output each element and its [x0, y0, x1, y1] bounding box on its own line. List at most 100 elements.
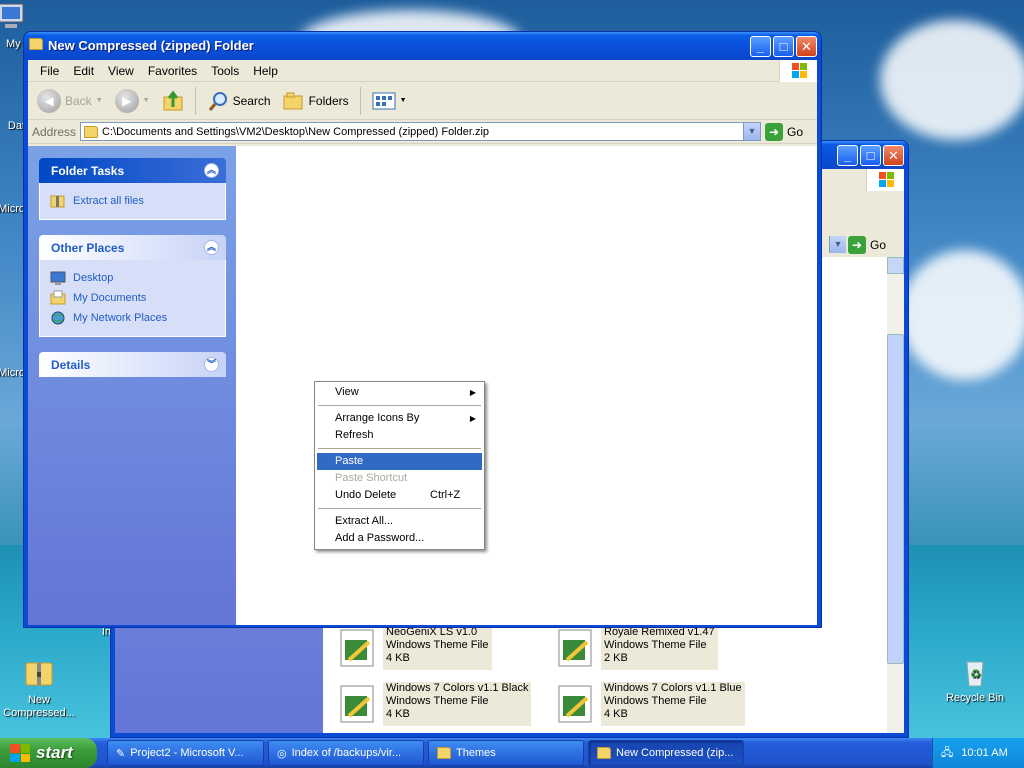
close-button[interactable]: ✕ — [796, 36, 817, 57]
menu-tools[interactable]: Tools — [204, 64, 246, 78]
desktop-icon-data[interactable]: Dat — [0, 120, 25, 133]
menu-edit[interactable]: Edit — [66, 64, 101, 78]
taskbar-button-new-compressed[interactable]: New Compressed (zip... — [588, 740, 744, 766]
desktop-icon-microsoft-2[interactable]: Micro — [0, 367, 25, 380]
desktop-icon-recycle-bin[interactable]: ♻ Recycle Bin — [936, 656, 1014, 705]
context-menu-undo-delete[interactable]: Undo Delete Ctrl+Z — [317, 487, 482, 504]
context-menu-paste-shortcut[interactable]: Paste Shortcut — [317, 470, 482, 487]
folder-tasks-panel: Folder Tasks ︽ Extract all files — [39, 158, 226, 220]
close-button[interactable]: ✕ — [883, 145, 904, 166]
clock[interactable]: 10:01 AM — [961, 747, 1007, 759]
forward-button[interactable]: ▶ ▼ — [111, 86, 154, 116]
menu-help[interactable]: Help — [246, 64, 285, 78]
go-button[interactable]: ➜ Go — [765, 122, 813, 141]
folders-button[interactable]: Folders — [279, 86, 353, 116]
address-dropdown-button[interactable]: ▼ — [829, 236, 846, 253]
context-menu-paste[interactable]: Paste — [317, 453, 482, 470]
file-size: 2 KB — [604, 652, 628, 664]
collapse-chevron-icon[interactable]: ︽ — [204, 240, 219, 255]
extract-icon — [50, 193, 66, 209]
other-places-header[interactable]: Other Places ︽ — [39, 235, 226, 260]
my-documents-icon — [50, 290, 66, 306]
network-tray-icon[interactable]: 🖧 — [941, 744, 953, 763]
context-menu-view[interactable]: View ▶ — [317, 384, 482, 401]
scroll-up-button[interactable] — [887, 257, 904, 274]
cloud — [880, 20, 1024, 140]
my-network-places-link[interactable]: My Network Places — [50, 308, 215, 328]
up-folder-button[interactable] — [158, 86, 188, 116]
back-button[interactable]: ◀ Back ▼ — [33, 86, 107, 116]
windows-flag-icon — [10, 744, 30, 762]
back-label: Back — [65, 93, 92, 108]
file-details: Windows 7 Colors v1.1 Blue Windows Theme… — [601, 682, 745, 726]
folder-tasks-header[interactable]: Folder Tasks ︽ — [39, 158, 226, 183]
visual-studio-icon: ✎ — [116, 747, 126, 760]
window-titlebar[interactable]: New Compressed (zipped) Folder _ □ ✕ — [24, 32, 821, 60]
desktop-icon-new-compressed[interactable]: New Compressed... — [0, 658, 78, 720]
file-item[interactable]: Windows 7 Colors v1.1 Blue Windows Theme… — [555, 682, 745, 726]
menu-item-label: Extract All... — [335, 515, 394, 527]
menu-separator — [318, 405, 481, 406]
file-size: 4 KB — [386, 708, 410, 720]
desktop-link[interactable]: Desktop — [50, 268, 215, 288]
file-item[interactable]: Windows 7 Colors v1.1 Black Windows Them… — [337, 682, 532, 726]
expand-chevron-icon[interactable]: ︾ — [204, 357, 219, 372]
chevron-down-icon: ▼ — [95, 97, 103, 104]
zip-folder-icon — [84, 125, 99, 138]
details-panel: Details ︾ — [39, 352, 226, 377]
forward-arrow-icon: ▶ — [114, 88, 139, 113]
taskbar-button-themes[interactable]: Themes — [428, 740, 584, 766]
file-item[interactable]: NeoGeniX LS v1.0 Windows Theme File 4 KB — [337, 626, 492, 670]
context-menu-add-password[interactable]: Add a Password... — [317, 530, 482, 547]
menu-favorites[interactable]: Favorites — [141, 64, 204, 78]
file-details: NeoGeniX LS v1.0 Windows Theme File 4 KB — [383, 626, 492, 670]
start-button[interactable]: start — [0, 738, 97, 768]
minimize-button[interactable]: _ — [837, 145, 858, 166]
taskbar-button-project2[interactable]: ✎ Project2 - Microsoft V... — [107, 740, 264, 766]
collapse-chevron-icon[interactable]: ︽ — [204, 163, 219, 178]
go-button[interactable]: ➜ Go — [848, 236, 896, 254]
file-item[interactable]: Royale Remixed v1.47 Windows Theme File … — [555, 626, 718, 670]
address-dropdown-button[interactable]: ▼ — [743, 123, 760, 140]
my-documents-link[interactable]: My Documents — [50, 288, 215, 308]
scroll-thumb[interactable] — [887, 334, 904, 664]
address-bar: Address C:\Documents and Settings\VM2\De… — [28, 120, 817, 144]
maximize-button[interactable]: □ — [860, 145, 881, 166]
vertical-scrollbar[interactable] — [887, 257, 904, 733]
menu-file[interactable]: File — [33, 64, 66, 78]
start-label: start — [36, 743, 73, 762]
maximize-button[interactable]: □ — [773, 36, 794, 57]
folders-label: Folders — [308, 93, 349, 108]
menu-item-label: View — [335, 386, 359, 398]
theme-file-icon — [555, 626, 595, 670]
context-menu-arrange-icons-by[interactable]: Arrange Icons By ▶ — [317, 410, 482, 427]
taskbar-button-index-backups[interactable]: ◎ Index of /backups/vir... — [268, 740, 424, 766]
menu-view[interactable]: View — [101, 64, 141, 78]
my-documents-label: My Documents — [73, 292, 147, 304]
context-menu-refresh[interactable]: Refresh — [317, 427, 482, 444]
menu-separator — [318, 508, 481, 509]
extract-all-files-link[interactable]: Extract all files — [50, 191, 215, 211]
submenu-arrow-icon: ▶ — [469, 414, 476, 423]
go-label: Go — [787, 124, 804, 139]
file-type: Windows Theme File — [386, 695, 489, 707]
views-icon — [372, 92, 396, 109]
search-button[interactable]: Search — [203, 86, 275, 116]
network-places-icon — [50, 310, 66, 326]
views-button[interactable]: ▼ — [368, 86, 411, 116]
address-input[interactable]: C:\Documents and Settings\VM2\Desktop\Ne… — [80, 122, 761, 141]
address-label: Address — [32, 124, 77, 139]
details-header[interactable]: Details ︾ — [39, 352, 226, 377]
menu-item-label: Arrange Icons By — [335, 412, 420, 424]
desktop-icon-microsoft-1[interactable]: Micro — [0, 203, 25, 216]
folder-icon — [437, 747, 451, 759]
menu-separator — [318, 448, 481, 449]
file-details: Windows 7 Colors v1.1 Black Windows Them… — [383, 682, 532, 726]
minimize-button[interactable]: _ — [750, 36, 771, 57]
file-type: Windows Theme File — [604, 695, 707, 707]
context-menu-extract-all[interactable]: Extract All... — [317, 513, 482, 530]
menu-item-label: Add a Password... — [335, 532, 425, 544]
file-details: Royale Remixed v1.47 Windows Theme File … — [601, 626, 718, 670]
folder-tasks-title: Folder Tasks — [51, 164, 125, 178]
chevron-down-icon: ▼ — [399, 97, 407, 104]
